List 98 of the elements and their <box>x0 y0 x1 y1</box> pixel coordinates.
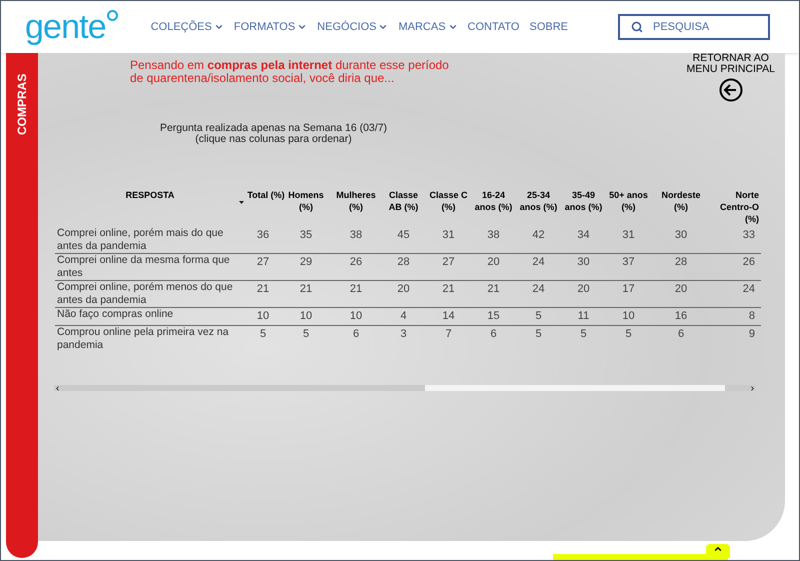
table-cell: 10 <box>606 308 651 325</box>
caret-icon <box>378 22 388 32</box>
column-header[interactable]: RESPOSTA <box>55 189 245 201</box>
table-cell: 4 <box>381 308 426 325</box>
table-cell: 8 <box>711 308 761 325</box>
table-cell: 36 <box>245 227 281 254</box>
table-cell: 14 <box>426 308 471 325</box>
column-header[interactable]: 16-24 anos (%) <box>472 189 514 213</box>
nav-link[interactable]: SOBRE <box>529 18 568 36</box>
table-cell: 27 <box>426 254 471 280</box>
table-cell: 21 <box>245 280 281 308</box>
column-header[interactable]: Nordeste (%) <box>660 189 702 213</box>
table-cell: 5 <box>516 308 561 325</box>
table-cell: 20 <box>381 280 426 308</box>
note-text: Pergunta realizada apenas na Semana 16 (03/7) (clique nas colunas para ordenar) <box>158 123 388 145</box>
chevron-up-icon <box>713 544 723 554</box>
table-cell: 26 <box>331 254 381 280</box>
scrollbar-thumb[interactable] <box>425 385 725 391</box>
table-cell: Comprou online pela primeira vez na pandemia <box>55 325 245 352</box>
side-tab[interactable]: COMPRAS <box>6 53 38 558</box>
caret-icon <box>297 22 308 32</box>
column-header[interactable]: Classe C (%) <box>428 189 470 213</box>
table-cell: 21 <box>281 280 331 308</box>
table-cell: Não faço compras online <box>55 308 245 325</box>
table-cell: 15 <box>471 308 516 325</box>
search-icon <box>631 21 643 33</box>
table-cell: 11 <box>561 308 606 325</box>
table-cell: 31 <box>426 227 471 254</box>
table-cell: 10 <box>331 308 381 325</box>
scroll-top-button[interactable] <box>706 544 730 558</box>
scroll-right-icon[interactable] <box>749 384 756 392</box>
column-header[interactable]: 50+ anos (%) <box>608 189 650 213</box>
table-cell: 10 <box>281 308 331 325</box>
table-cell: Comprei online da mesma forma que antes <box>55 254 245 280</box>
question-text: Pensando em compras pela internet durante esse período de quarentena/isolamento social, você diria que... <box>130 59 450 87</box>
table-cell: 27 <box>245 254 281 280</box>
table-cell: 42 <box>516 227 561 254</box>
table-cell: 30 <box>561 254 606 280</box>
table-cell: 10 <box>245 308 281 325</box>
nav-link[interactable]: MARCAS <box>398 18 458 36</box>
table-cell: 45 <box>381 227 426 254</box>
table-cell: 5 <box>516 325 561 352</box>
table-cell: 20 <box>471 254 516 280</box>
table-cell: 9 <box>711 325 761 352</box>
table-cell: 5 <box>281 325 331 352</box>
column-header[interactable]: Mulheres (%) <box>335 189 377 213</box>
table-cell: 31 <box>606 227 651 254</box>
table-cell: 33 <box>711 227 761 254</box>
column-header[interactable]: Classe AB (%) <box>382 189 424 213</box>
table-cell: 24 <box>516 280 561 308</box>
table-cell: 5 <box>245 325 281 352</box>
table-cell: 17 <box>606 280 651 308</box>
search-field[interactable]: PESQUISA <box>618 14 770 40</box>
nav-link[interactable]: NEGÓCIOS <box>317 18 388 36</box>
sort-arrow-icon <box>239 201 244 204</box>
table-cell: 37 <box>606 254 651 280</box>
table-cell: 21 <box>426 280 471 308</box>
table-cell: Comprei online, porém mais do que antes da pandemia <box>55 227 245 254</box>
table-cell: 6 <box>331 325 381 352</box>
table-cell: Comprei online, porém menos do que antes da pandemia <box>55 280 245 308</box>
column-header[interactable]: Norte Centro-O (%) <box>715 189 761 225</box>
column-header[interactable]: Homens (%) <box>285 189 327 213</box>
table-cell: 21 <box>471 280 516 308</box>
table-cell: 16 <box>651 308 711 325</box>
nav-link[interactable]: COLEÇÕES <box>150 18 224 36</box>
caret-icon <box>214 22 224 32</box>
nav-link[interactable]: FORMATOS <box>234 18 308 36</box>
arrow-left-icon[interactable] <box>718 78 743 102</box>
table-cell: 38 <box>331 227 381 254</box>
table-cell: 28 <box>651 254 711 280</box>
table-cell: 7 <box>426 325 471 352</box>
nav-link[interactable]: CONTATO <box>468 18 520 36</box>
table-cell: 26 <box>711 254 761 280</box>
table-cell: 5 <box>606 325 651 352</box>
table-cell: 28 <box>381 254 426 280</box>
globe-icon <box>106 10 118 20</box>
scroll-left-icon[interactable] <box>54 384 61 392</box>
column-header[interactable]: 25-34 anos (%) <box>518 189 560 213</box>
table-cell: 6 <box>651 325 711 352</box>
caret-icon <box>448 22 458 32</box>
back-link[interactable]: RETORNAR AO MENU PRINCIPAL <box>686 53 775 75</box>
table-cell: 24 <box>516 254 561 280</box>
table-cell: 3 <box>381 325 426 352</box>
table-cell: 24 <box>711 280 761 308</box>
table-cell: 30 <box>651 227 711 254</box>
horizontal-scrollbar[interactable] <box>54 385 756 391</box>
table-cell: 29 <box>281 254 331 280</box>
side-tab-label: COMPRAS <box>14 72 30 135</box>
table-cell: 5 <box>561 325 606 352</box>
table-cell: 38 <box>471 227 516 254</box>
table-cell: 21 <box>331 280 381 308</box>
column-header[interactable]: Total (%) <box>245 189 287 201</box>
table-cell: 35 <box>281 227 331 254</box>
table-cell: 20 <box>561 280 606 308</box>
column-header[interactable]: 35-49 anos (%) <box>562 189 604 213</box>
table-cell: 20 <box>651 280 711 308</box>
table-cell: 34 <box>561 227 606 254</box>
table-cell: 6 <box>471 325 516 352</box>
